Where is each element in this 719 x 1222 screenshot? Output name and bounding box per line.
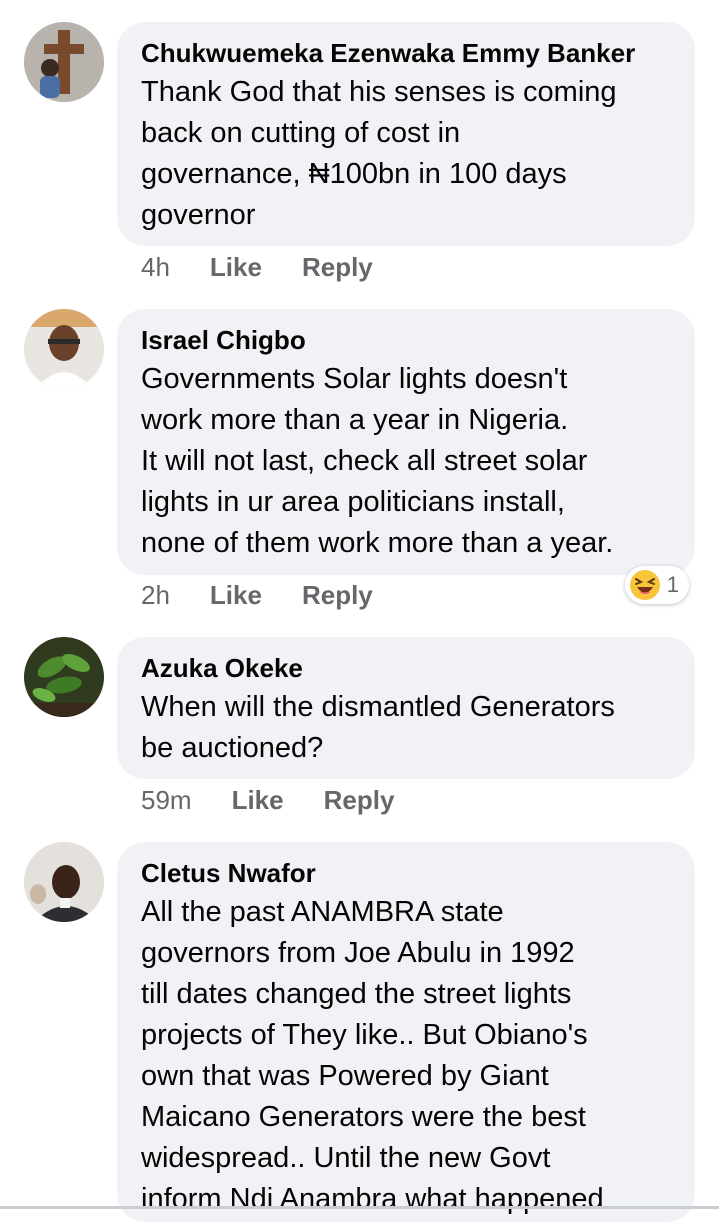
comment-bubble: Israel Chigbo Governments Solar lights d… <box>117 309 695 575</box>
comment-author[interactable]: Azuka Okeke <box>141 653 675 683</box>
comment-author[interactable]: Chukwuemeka Ezenwaka Emmy Banker <box>141 38 675 68</box>
comment-bubble: Azuka Okeke When will the dismantled Gen… <box>117 637 695 779</box>
avatar[interactable] <box>24 22 104 102</box>
avatar[interactable] <box>24 842 104 922</box>
comment-author[interactable]: Cletus Nwafor <box>141 858 675 888</box>
comment-text: When will the dismantled Generators be a… <box>141 691 615 764</box>
comment-time[interactable]: 4h <box>141 252 170 283</box>
like-button[interactable]: Like <box>232 785 284 816</box>
comment-text: All the past ANAMBRA state governors fro… <box>141 896 604 1215</box>
laughing-emoji-icon <box>629 570 660 600</box>
comment-bubble: Chukwuemeka Ezenwaka Emmy Banker Thank G… <box>117 22 695 246</box>
comment-actions: 2h Like Reply <box>141 580 413 611</box>
like-button[interactable]: Like <box>210 580 262 611</box>
comment-time[interactable]: 59m <box>141 785 192 816</box>
reply-button[interactable]: Reply <box>324 785 395 816</box>
reaction-badge[interactable]: 1 <box>624 566 689 604</box>
comment-actions: 59m Like Reply <box>141 785 434 816</box>
reaction-count: 1 <box>666 572 679 597</box>
comment-actions: 4h Like Reply <box>141 252 413 283</box>
like-button[interactable]: Like <box>210 252 262 283</box>
comment-time[interactable]: 2h <box>141 580 170 611</box>
reply-button[interactable]: Reply <box>302 580 373 611</box>
comment-text: Governments Solar lights doesn't work mo… <box>141 363 614 559</box>
avatar[interactable] <box>24 637 104 717</box>
comment-text: Thank God that his senses is coming back… <box>141 76 617 231</box>
comment-author[interactable]: Israel Chigbo <box>141 325 675 355</box>
reply-button[interactable]: Reply <box>302 252 373 283</box>
comment-bubble: Cletus Nwafor All the past ANAMBRA state… <box>117 842 695 1222</box>
avatar[interactable] <box>24 309 104 389</box>
